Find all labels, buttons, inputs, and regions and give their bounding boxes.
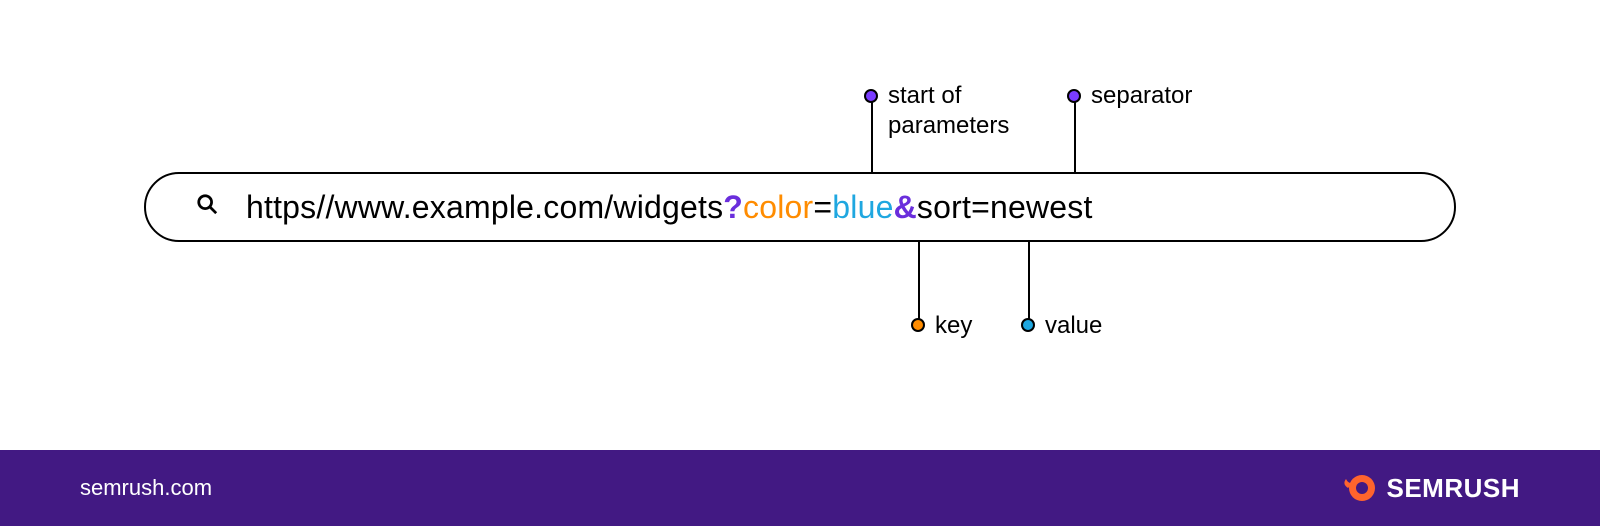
annotation-start-line1: start of bbox=[888, 82, 961, 109]
connector-line-value bbox=[1028, 240, 1030, 320]
url-key2: sort bbox=[917, 189, 971, 225]
url-base: https//www.example.com/widgets bbox=[246, 189, 723, 225]
url-text: https//www.example.com/widgets?color=blu… bbox=[246, 189, 1093, 226]
url-eq2: = bbox=[971, 189, 990, 225]
flame-icon bbox=[1340, 470, 1376, 506]
brand-name: SEMRUSH bbox=[1386, 473, 1520, 504]
connector-line-start bbox=[871, 101, 873, 175]
dot-separator bbox=[1067, 89, 1081, 103]
url-key1: color bbox=[743, 189, 813, 225]
footer: semrush.com SEMRUSH bbox=[0, 450, 1600, 526]
url-qmark: ? bbox=[723, 189, 743, 225]
dot-value bbox=[1021, 318, 1035, 332]
annotation-start-of-parameters: start of parameters bbox=[888, 81, 1009, 141]
url-val1: blue bbox=[832, 189, 893, 225]
dot-key bbox=[911, 318, 925, 332]
url-bar: https//www.example.com/widgets?color=blu… bbox=[144, 172, 1456, 242]
connector-line-key bbox=[918, 240, 920, 320]
annotation-value: value bbox=[1045, 311, 1102, 341]
annotation-key: key bbox=[935, 311, 972, 341]
annotation-separator: separator bbox=[1091, 81, 1192, 111]
dot-start-of-parameters bbox=[864, 89, 878, 103]
diagram-canvas: start of parameters separator https//www… bbox=[0, 0, 1600, 450]
search-icon bbox=[196, 193, 218, 221]
url-sep: & bbox=[894, 189, 917, 225]
connector-line-separator bbox=[1074, 101, 1076, 175]
footer-link[interactable]: semrush.com bbox=[80, 475, 212, 501]
annotation-start-line2: parameters bbox=[888, 112, 1009, 139]
url-eq1: = bbox=[813, 189, 832, 225]
url-val2: newest bbox=[990, 189, 1093, 225]
brand-logo: SEMRUSH bbox=[1340, 470, 1520, 506]
